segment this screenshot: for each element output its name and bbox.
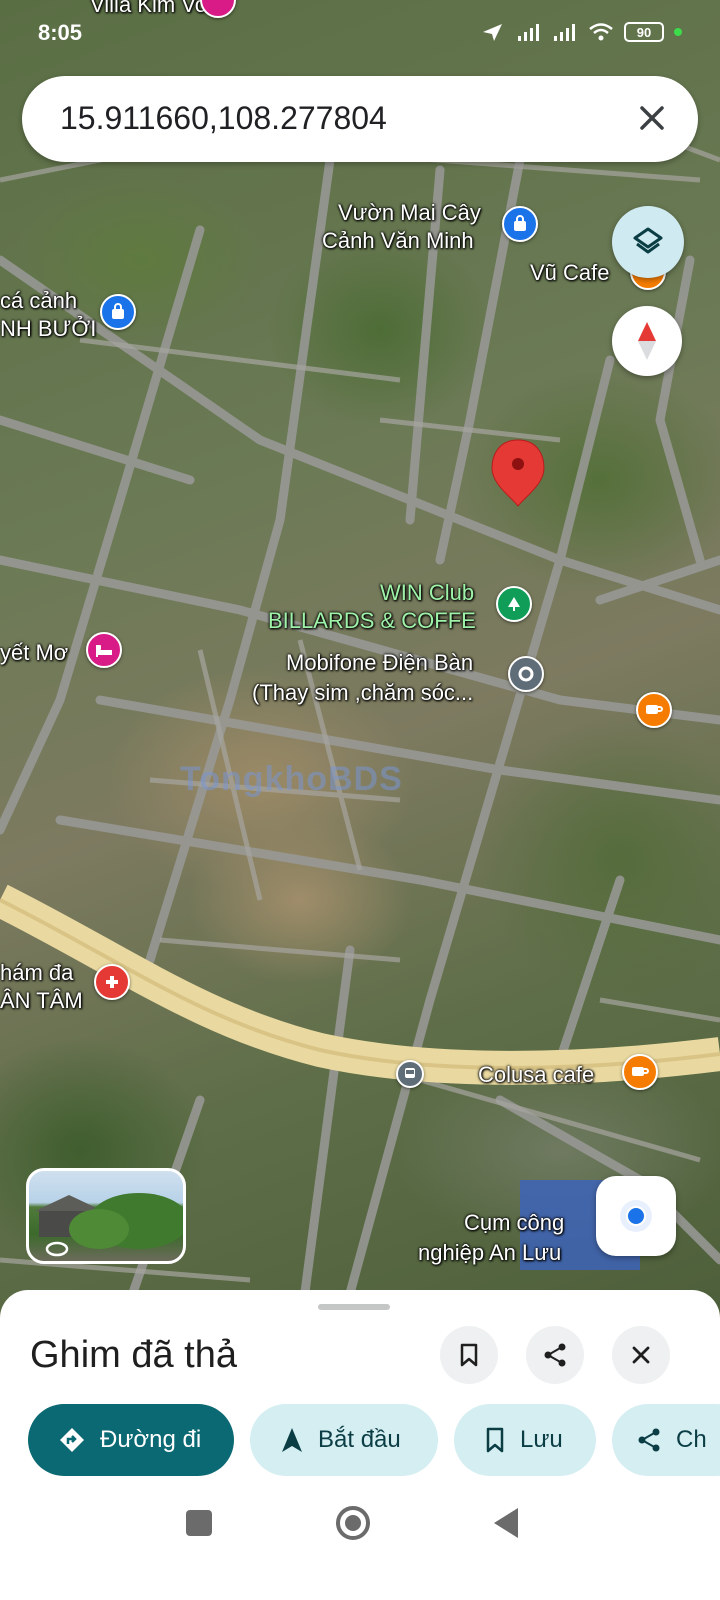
start-label: Bắt đầu [318,1426,401,1453]
status-bar: 8:05 90 [0,14,720,54]
save-bookmark-button[interactable] [440,1326,498,1384]
bus-stop-icon[interactable] [396,1060,424,1088]
directions-chip[interactable]: Đường đi [28,1404,234,1476]
cafe-cup-icon[interactable] [622,1054,658,1090]
search-query[interactable]: 15.911660,108.277804 [60,100,387,137]
watermark: TongkhoBDS [180,760,403,798]
map-label-win-club-1[interactable]: WIN Club [380,580,474,605]
system-nav-bar [0,1490,720,1600]
map-label-cum-cn-2[interactable]: nghiệp An Lưu [418,1240,561,1265]
start-chip[interactable]: Bắt đầu [250,1404,438,1476]
status-icons: 90 [480,22,682,42]
close-icon [632,1346,650,1364]
map-label-cham-da-2[interactable]: ÂN TÂM [0,988,83,1013]
battery-icon: 90 [624,22,664,42]
cafe-cup-icon[interactable] [636,692,672,728]
map-view[interactable]: Villa Kim Vo Vườn Mai Cây Cảnh Văn Minh … [0,0,720,1330]
close-sheet-button[interactable] [612,1326,670,1384]
my-location-icon [620,1200,652,1232]
share-icon [638,1428,660,1452]
map-label-cham-da-1[interactable]: hám đa [0,960,73,985]
back-button[interactable] [494,1508,518,1538]
hospital-icon[interactable] [94,964,130,1000]
share-chip[interactable]: Ch [612,1404,720,1476]
save-label: Lưu [520,1426,563,1453]
home-button[interactable] [336,1506,370,1540]
map-label-vuon-mai-2[interactable]: Cảnh Văn Minh [322,228,474,253]
map-label-win-club-2[interactable]: BILLARDS & COFFE [268,608,476,633]
close-icon[interactable] [632,98,672,138]
camera-indicator-icon [674,28,682,36]
drag-handle[interactable] [318,1304,390,1310]
street-view-image [35,1193,183,1257]
tree-icon[interactable] [496,586,532,622]
navigation-arrow-icon [282,1428,302,1452]
signal-icon [518,24,539,41]
directions-icon [60,1428,84,1452]
bookmark-icon [486,1427,504,1453]
wifi-icon [589,23,613,41]
map-label-ca-canh-2[interactable]: NH BƯỞI [0,316,96,341]
hotel-bed-icon[interactable] [86,632,122,668]
my-location-button[interactable] [596,1176,676,1256]
location-marker-icon[interactable] [508,656,544,692]
shopping-bag-icon[interactable] [100,294,136,330]
directions-label: Đường đi [100,1426,202,1453]
location-arrow-icon [483,24,502,41]
map-label-mobifone-1[interactable]: Mobifone Điện Bàn [286,650,473,675]
map-label-cum-cn-1[interactable]: Cụm công [464,1210,564,1235]
map-label-vuon-mai-1[interactable]: Vườn Mai Cây [338,200,481,225]
bookmark-icon [460,1343,478,1367]
layers-icon [633,227,663,254]
recents-button[interactable] [186,1510,212,1536]
layers-button[interactable] [612,206,684,278]
street-view-thumbnail[interactable] [26,1168,186,1264]
map-label-vu-cafe[interactable]: Vũ Cafe [530,260,610,285]
status-time: 8:05 [38,20,83,45]
map-label-colusa[interactable]: Colusa cafe [478,1062,594,1087]
shopping-bag-icon[interactable] [502,206,538,242]
compass-button[interactable] [612,306,682,376]
sheet-title: Ghim đã thả [30,1334,237,1376]
map-label-yet-mo[interactable]: yết Mơ [0,640,68,665]
share-label: Ch [676,1426,707,1453]
rotate-360-icon [45,1241,69,1257]
map-label-ca-canh-1[interactable]: cá cảnh [0,288,77,313]
action-chips: Đường đi Bắt đầu Lưu Ch [28,1404,720,1476]
share-button[interactable] [526,1326,584,1384]
save-chip[interactable]: Lưu [454,1404,596,1476]
compass-icon [638,322,656,360]
search-bar[interactable]: 15.911660,108.277804 [22,76,698,162]
map-label-mobifone-2[interactable]: (Thay sim ,chăm sóc... [252,680,473,705]
dropped-pin[interactable] [491,439,545,507]
signal-icon-2 [554,24,575,41]
share-icon [544,1343,566,1367]
